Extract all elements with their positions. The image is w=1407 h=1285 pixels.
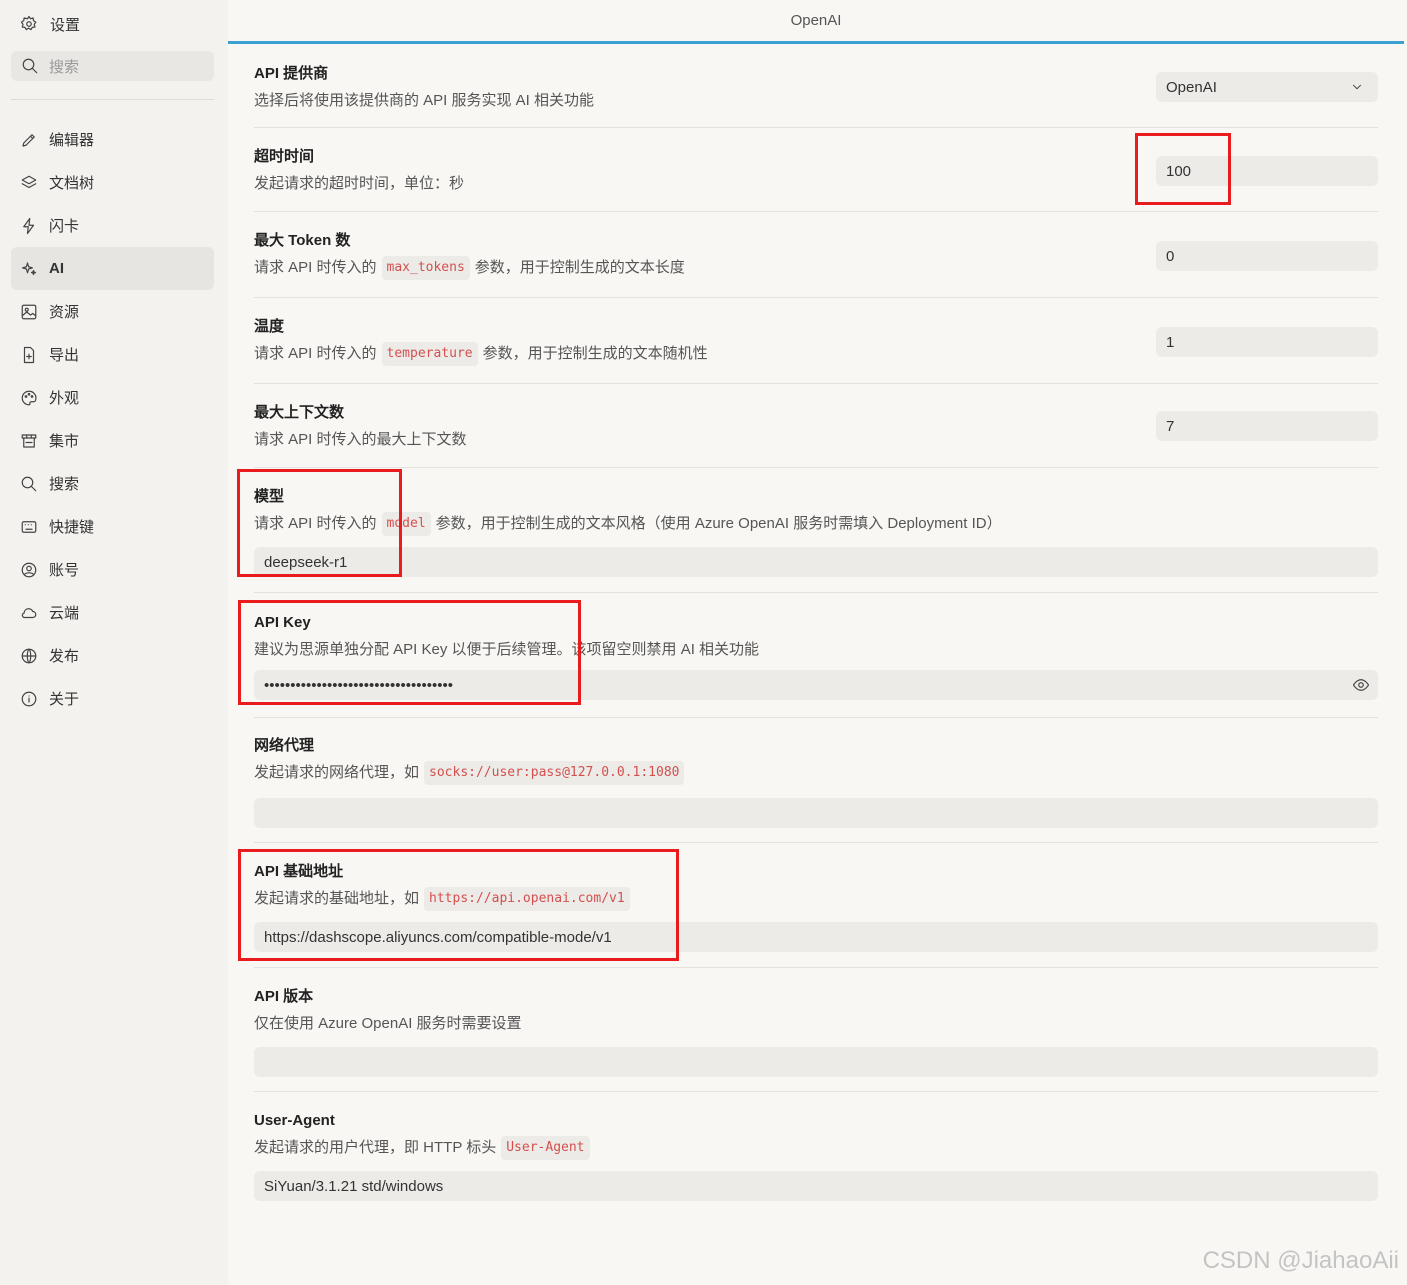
search-icon [20,475,38,493]
sidebar-item-bazaar[interactable]: 集市 [11,419,214,462]
watermark: CSDN @JiahaoAii [1202,1247,1399,1274]
sidebar-item-ai[interactable]: AI [11,247,214,290]
chevron-down-icon [1348,78,1366,96]
account-icon [20,561,38,579]
proxy-input[interactable] [254,798,1378,828]
divider [254,127,1378,128]
setting-max-context: 最大上下文数 请求 API 时传入的最大上下文数 7 [254,403,1378,451]
divider [254,467,1378,468]
setting-label: 模型 [254,488,285,505]
highlight-box-model [237,469,402,577]
setting-desc: 仅在使用 Azure OpenAI 服务时需要设置 [254,1015,522,1032]
divider [254,297,1378,298]
sidebar-item-cloud[interactable]: 云端 [11,591,214,634]
sidebar-item-label: 闪卡 [49,218,80,235]
sidebar-item-appearance[interactable]: 外观 [11,376,214,419]
highlight-box-base-url [238,849,679,961]
code-snippet: User-Agent [501,1136,590,1160]
layers-icon [20,174,38,192]
sidebar-item-assets[interactable]: 资源 [11,290,214,333]
store-icon [20,432,38,450]
code-snippet: socks://user:pass@127.0.0.1:1080 [424,761,685,785]
sidebar-item-label: 文档树 [49,175,95,192]
export-file-icon [20,346,38,364]
sidebar-item-editor[interactable]: 编辑器 [11,118,214,161]
setting-desc: 发起请求的用户代理，即 HTTP 标头 User-Agent [254,1136,1378,1160]
model-input[interactable]: deepseek-r1 [254,547,1378,577]
sidebar-item-publish[interactable]: 发布 [11,634,214,677]
sidebar-item-keymap[interactable]: 快捷键 [11,505,214,548]
pen-icon [20,131,38,149]
highlight-box-api-key [238,600,581,705]
sidebar-item-label: 云端 [49,605,80,622]
eye-icon[interactable] [1352,676,1370,694]
setting-label: 网络代理 [254,737,315,754]
search-icon [21,57,39,75]
search-placeholder: 搜索 [49,58,80,76]
setting-user-agent: User-Agent 发起请求的用户代理，即 HTTP 标头 User-Agent… [254,1111,1378,1201]
lightning-icon [20,217,38,235]
settings-header: 设置 [20,12,80,36]
max-context-input[interactable]: 7 [1156,411,1378,441]
palette-icon [20,389,38,407]
sidebar-item-about[interactable]: 关于 [11,677,214,720]
max-tokens-input[interactable]: 0 [1156,241,1378,271]
sidebar-divider [11,99,214,100]
keyboard-icon [20,518,38,536]
sidebar-item-label: 快捷键 [49,519,95,536]
image-icon [20,303,38,321]
setting-proxy: 网络代理 发起请求的网络代理，如 socks://user:pass@127.0.… [254,736,1378,828]
code-snippet: temperature [381,342,478,366]
setting-provider: API 提供商 选择后将使用该提供商的 API 服务实现 AI 相关功能 Ope… [254,64,1378,112]
setting-label: API 版本 [254,988,314,1005]
divider [254,842,1378,843]
divider [254,383,1378,384]
sidebar-item-flashcard[interactable]: 闪卡 [11,204,214,247]
info-icon [20,690,38,708]
sidebar-item-label: 资源 [49,304,80,321]
code-snippet: max_tokens [381,256,470,280]
divider [254,1091,1378,1092]
sidebar-item-label: AI [49,260,64,277]
cloud-icon [20,604,38,622]
divider [254,967,1378,968]
globe-icon [20,647,38,665]
api-version-input[interactable] [254,1047,1378,1077]
sidebar-item-label: 外观 [49,390,80,407]
setting-label: User-Agent [254,1112,335,1129]
setting-api-version: API 版本 仅在使用 Azure OpenAI 服务时需要设置 [254,987,1378,1077]
tab-title: OpenAI [790,12,842,29]
sparkle-icon [20,260,38,278]
provider-select[interactable]: OpenAI [1156,72,1378,102]
tab-openai[interactable]: OpenAI [228,0,1404,44]
sidebar-item-filetree[interactable]: 文档树 [11,161,214,204]
divider [254,717,1378,718]
sidebar-item-label: 账号 [49,562,80,579]
setting-temperature: 温度 请求 API 时传入的 temperature 参数，用于控制生成的文本随机性… [254,317,1378,366]
sidebar-item-label: 导出 [49,347,80,364]
gear-icon [20,15,38,33]
sidebar-item-export[interactable]: 导出 [11,333,214,376]
sidebar-item-search[interactable]: 搜索 [11,462,214,505]
sidebar: 设置 搜索 编辑器 文档树 闪卡 AI 资源 导出 外观 集市 搜索 快捷键 账… [0,0,228,1285]
highlight-box-timeout [1135,133,1231,205]
provider-value: OpenAI [1166,78,1217,96]
sidebar-search-input[interactable]: 搜索 [11,51,214,81]
sidebar-item-label: 发布 [49,648,80,665]
settings-title: 设置 [50,16,81,34]
divider [254,211,1378,212]
setting-desc: 发起请求的网络代理，如 socks://user:pass@127.0.0.1:1… [254,761,1378,785]
divider [254,592,1378,593]
sidebar-item-account[interactable]: 账号 [11,548,214,591]
setting-max-tokens: 最大 Token 数 请求 API 时传入的 max_tokens 参数，用于控制生… [254,231,1378,280]
sidebar-item-label: 关于 [49,691,80,708]
setting-desc: 请求 API 时传入的 model 参数，用于控制生成的文本风格（使用 Azure … [254,512,1378,536]
sidebar-item-label: 编辑器 [49,132,95,149]
sidebar-item-label: 集市 [49,433,80,450]
temperature-input[interactable]: 1 [1156,327,1378,357]
setting-model: 模型 请求 API 时传入的 model 参数，用于控制生成的文本风格（使用 Azu… [254,487,1378,577]
user-agent-input[interactable]: SiYuan/3.1.21 std/windows [254,1171,1378,1201]
sidebar-item-label: 搜索 [49,476,80,493]
